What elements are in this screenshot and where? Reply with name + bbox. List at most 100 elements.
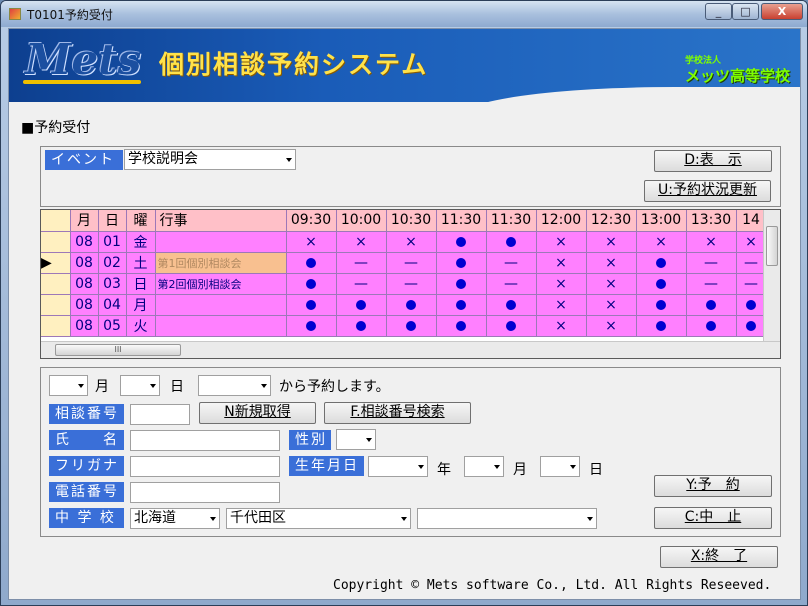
row-header[interactable]	[41, 231, 71, 253]
col-header-time[interactable]: 13:30	[686, 210, 737, 232]
cell-slot[interactable]: ×	[586, 231, 637, 253]
col-header-time[interactable]: 14	[736, 210, 767, 232]
birth-year-select[interactable]	[368, 456, 428, 477]
cell-slot[interactable]: ×	[386, 231, 437, 253]
cell-day[interactable]: 03	[98, 273, 127, 295]
col-header-time[interactable]: 12:00	[536, 210, 587, 232]
cell-slot[interactable]: ×	[686, 231, 737, 253]
cell-slot[interactable]	[386, 294, 437, 316]
cell-slot[interactable]: —	[386, 273, 437, 295]
col-header-weekday[interactable]: 曜	[126, 210, 156, 232]
refresh-status-button[interactable]: U:予約状況更新	[644, 180, 771, 202]
row-header[interactable]	[41, 294, 71, 316]
cell-slot[interactable]	[636, 252, 687, 274]
cell-slot[interactable]	[486, 231, 537, 253]
gender-select[interactable]	[336, 429, 376, 450]
cell-slot[interactable]	[736, 315, 767, 337]
table-row[interactable]: 08 05 火 × ×	[41, 315, 767, 337]
kana-input[interactable]	[130, 456, 280, 477]
cell-slot[interactable]: ×	[586, 315, 637, 337]
maximize-button[interactable]: □	[732, 3, 759, 20]
table-row[interactable]: 08 03 日第2回個別相談会 — — — × × — —	[41, 273, 767, 295]
school-select[interactable]	[417, 508, 597, 529]
cell-slot[interactable]	[486, 294, 537, 316]
cell-slot[interactable]	[286, 252, 337, 274]
col-header-day[interactable]: 日	[98, 210, 127, 232]
cell-slot[interactable]	[436, 252, 487, 274]
cell-slot[interactable]: —	[386, 252, 437, 274]
cell-slot[interactable]	[436, 294, 487, 316]
table-row[interactable]: 08 04 月 × ×	[41, 294, 767, 316]
day-select[interactable]	[120, 375, 160, 396]
col-header-month[interactable]: 月	[70, 210, 99, 232]
cell-slot[interactable]: ×	[536, 252, 587, 274]
search-number-button[interactable]: F.相談番号検索	[324, 402, 471, 424]
col-header-event[interactable]: 行事	[155, 210, 287, 232]
cell-day[interactable]: 04	[98, 294, 127, 316]
col-header-time[interactable]: 09:30	[286, 210, 337, 232]
cell-event[interactable]	[155, 315, 287, 337]
city-select[interactable]: 千代田区	[226, 508, 411, 529]
cell-weekday[interactable]: 月	[126, 294, 156, 316]
cell-slot[interactable]	[636, 315, 687, 337]
cell-slot[interactable]: —	[686, 252, 737, 274]
col-header-time[interactable]: 10:30	[386, 210, 437, 232]
cell-event[interactable]	[155, 231, 287, 253]
close-button[interactable]: X	[761, 3, 803, 20]
col-header-time[interactable]: 10:00	[336, 210, 387, 232]
cell-slot[interactable]	[736, 294, 767, 316]
cell-slot[interactable]	[436, 273, 487, 295]
cell-slot[interactable]	[386, 315, 437, 337]
col-header-time[interactable]: 11:30	[486, 210, 537, 232]
cell-slot[interactable]	[336, 294, 387, 316]
table-row[interactable]: ▶ 08 02 土第1回個別相談会 — — — × × — —	[41, 252, 767, 274]
minimize-button[interactable]: _	[705, 3, 732, 20]
cell-slot[interactable]: ×	[536, 294, 587, 316]
scroll-thumb[interactable]: III	[55, 344, 181, 356]
cell-day[interactable]: 02	[98, 252, 127, 274]
cell-slot[interactable]	[636, 294, 687, 316]
col-header-time[interactable]: 12:30	[586, 210, 637, 232]
cell-slot[interactable]: ×	[536, 315, 587, 337]
phone-input[interactable]	[130, 482, 280, 503]
cell-event[interactable]: 第2回個別相談会	[155, 273, 287, 295]
cell-slot[interactable]: —	[486, 273, 537, 295]
cell-day[interactable]: 05	[98, 315, 127, 337]
cell-month[interactable]: 08	[70, 294, 99, 316]
col-header-time[interactable]: 11:30	[436, 210, 487, 232]
cell-slot[interactable]	[686, 315, 737, 337]
reservation-grid[interactable]: 月 日 曜 行事 09:30 10:00 10:30 11:30 11:30 1…	[40, 209, 781, 359]
time-select[interactable]	[198, 375, 271, 396]
cell-slot[interactable]	[486, 315, 537, 337]
cell-slot[interactable]: ×	[286, 231, 337, 253]
cell-month[interactable]: 08	[70, 315, 99, 337]
reserve-button[interactable]: Y:予 約	[654, 475, 772, 497]
cell-month[interactable]: 08	[70, 231, 99, 253]
birth-day-select[interactable]	[540, 456, 580, 477]
cell-weekday[interactable]: 日	[126, 273, 156, 295]
title-bar[interactable]: T0101予約受付 _ □ X	[1, 1, 807, 27]
cell-weekday[interactable]: 金	[126, 231, 156, 253]
cell-slot[interactable]: —	[486, 252, 537, 274]
cell-slot[interactable]: ×	[736, 231, 767, 253]
cell-slot[interactable]	[286, 315, 337, 337]
cell-slot[interactable]: ×	[636, 231, 687, 253]
row-header[interactable]	[41, 315, 71, 337]
cell-slot[interactable]: ×	[536, 231, 587, 253]
cell-slot[interactable]: —	[336, 252, 387, 274]
cell-slot[interactable]: ×	[336, 231, 387, 253]
cell-slot[interactable]	[286, 273, 337, 295]
cell-slot[interactable]: ×	[586, 273, 637, 295]
event-select[interactable]: 学校説明会	[124, 149, 296, 170]
horizontal-scrollbar[interactable]: III	[41, 341, 780, 358]
cell-slot[interactable]	[436, 315, 487, 337]
cell-slot[interactable]: —	[336, 273, 387, 295]
cell-event[interactable]: 第1回個別相談会	[155, 252, 287, 274]
new-number-button[interactable]: N新規取得	[199, 402, 316, 424]
cell-slot[interactable]: —	[736, 273, 767, 295]
cell-slot[interactable]	[336, 315, 387, 337]
name-input[interactable]	[130, 430, 280, 451]
vertical-scrollbar[interactable]	[763, 210, 780, 341]
cell-day[interactable]: 01	[98, 231, 127, 253]
col-header-time[interactable]: 13:00	[636, 210, 687, 232]
